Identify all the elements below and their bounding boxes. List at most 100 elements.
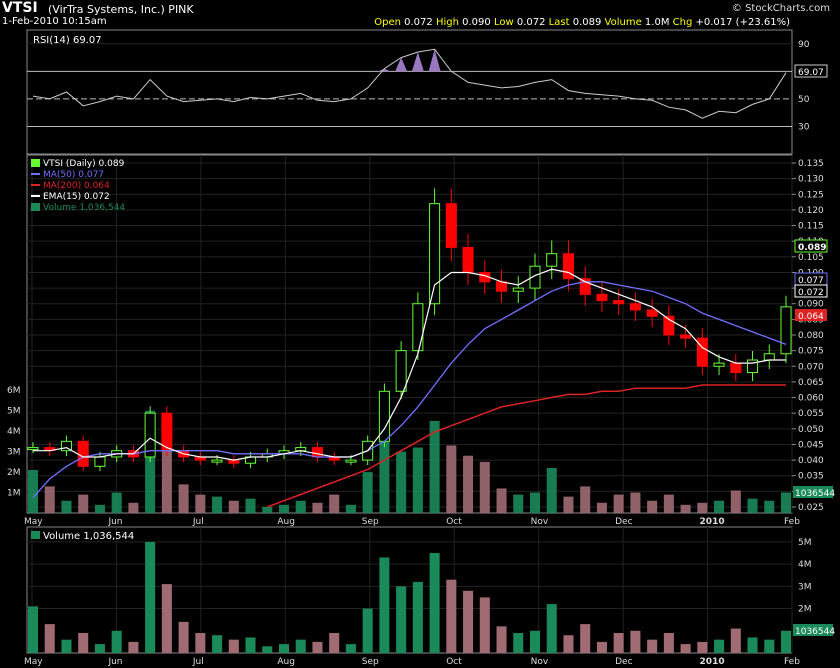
price-tick-label: 0.035 [798, 472, 824, 482]
candle-legend-icon [31, 159, 40, 167]
volume-bar [262, 646, 273, 653]
volume-overlay-bar [697, 502, 708, 513]
candle-body [496, 281, 508, 292]
price-tick-label: 0.070 [798, 362, 824, 372]
price-tick-label: 0.040 [798, 456, 824, 466]
rsi-tick-label: 50 [798, 95, 810, 105]
volume-overlay-bar [312, 502, 323, 513]
volume-overlay-bar [529, 492, 541, 513]
volume-overlay-bar [362, 472, 373, 513]
volume-overlay-bar [647, 500, 658, 513]
volume-bar [128, 641, 139, 653]
volume-overlay-bar [479, 461, 490, 513]
volume-overlay-bar [730, 490, 741, 513]
volume-overlay-bar [278, 504, 290, 513]
volume-overlay-bar [513, 494, 524, 513]
price-tick-label: 0.080 [798, 331, 824, 341]
volume-overlay-bar [446, 445, 457, 513]
volume-left-tick-label: 3M [7, 448, 21, 458]
volume-bar [697, 641, 708, 653]
volume-overlay-bar [195, 494, 206, 513]
volume-overlay-bar [111, 492, 122, 513]
volume-overlay-bar [345, 504, 356, 513]
volume-overlay-bar [496, 488, 507, 513]
price-x-axis: May Jun Jul Aug Sep Oct Nov Dec 2010 Feb [24, 517, 800, 527]
price-tick-label: 0.055 [798, 409, 824, 419]
volume-overlay-bar [714, 500, 725, 513]
candle-body [696, 337, 708, 367]
x-tick-label: Oct [446, 517, 462, 527]
volume-bar [78, 633, 89, 653]
volume-bar [195, 633, 206, 653]
candle-body [780, 306, 792, 355]
candle-body [211, 459, 223, 463]
x-tick-label: May [24, 657, 43, 667]
volume-left-tick-label: 5M [7, 407, 21, 417]
candle-body [763, 353, 775, 361]
volume-bar [111, 630, 122, 653]
candle-body [579, 278, 591, 295]
volume-bar [27, 606, 39, 653]
x-tick-label: Nov [531, 657, 549, 667]
volume-bar [228, 639, 239, 653]
rsi-tick-label: 90 [798, 40, 810, 50]
volume-bar [764, 639, 775, 653]
x-tick-label: Nov [531, 517, 549, 527]
x-tick-label: 2010 [700, 517, 725, 527]
volume-panel-legend-icon [31, 531, 40, 539]
volume-bar [647, 639, 658, 653]
volume-overlay-bar [212, 496, 223, 513]
price-tick-label: 0.060 [798, 394, 824, 404]
candle-body [613, 300, 625, 305]
volume-bar [379, 557, 390, 653]
volume-bar [596, 641, 607, 653]
x-tick-label: Jun [107, 657, 122, 667]
candle-body [646, 309, 658, 317]
volume-bar [94, 644, 105, 653]
volume-overlay-bar [128, 502, 139, 513]
volume-overlay-bar [245, 498, 256, 513]
volume-legend-icon [31, 203, 40, 211]
volume-overlay-bar [228, 500, 239, 513]
rsi-y-axis: 30507090 [798, 40, 810, 133]
volume-overlay-bar [94, 504, 105, 513]
volume-overlay-bar [546, 467, 557, 513]
volume-tag: 1036544 [795, 489, 835, 499]
price-tick-label: 0.105 [798, 253, 824, 263]
volume-panel: 2M 3M 4M 5M Volume 1,036,544 1036544 May Jun… [24, 526, 835, 667]
rsi-frame [26, 29, 793, 155]
candle-body [77, 440, 89, 467]
volume-bar [529, 630, 541, 653]
volume-bar [212, 635, 223, 653]
volume-y-axis: 2M 3M 4M 5M [798, 538, 812, 615]
x-tick-label: Jul [192, 517, 204, 527]
volume-overlay-bar [463, 455, 474, 513]
price-tick-label: 0.065 [798, 378, 824, 388]
x-tick-label: Aug [277, 517, 295, 527]
candle-body [730, 362, 742, 374]
rsi-legend: RSI(14) 69.07 [33, 35, 102, 46]
candle-body [412, 303, 424, 352]
volume-bar [463, 590, 474, 653]
volume-bar [747, 637, 758, 653]
legend-main: VTSI (Daily) 0.089 [43, 159, 125, 169]
volume-overlay-bar [596, 502, 607, 513]
x-tick-label: Jun [107, 517, 122, 527]
volume-overlay-bar [44, 486, 55, 513]
volume-overlay-bar [61, 500, 72, 513]
volume-overlay-bar [27, 470, 39, 513]
x-tick-label: Aug [277, 657, 295, 667]
rsi-tick-label: 30 [798, 122, 810, 132]
volume-overlay-bar [412, 447, 423, 513]
volume-bar [278, 644, 290, 653]
volume-bar [613, 633, 624, 653]
volume-overlay-bar [262, 506, 273, 513]
volume-overlay-bar [178, 484, 189, 513]
volume-left-axis: 1M 2M 3M 4M 5M 6M [7, 386, 21, 498]
volume-bar [412, 581, 423, 653]
candle-body [596, 293, 608, 302]
volume-bar [663, 633, 674, 653]
volume-left-tick-label: 6M [7, 386, 21, 396]
volume-bar [563, 635, 574, 653]
candle-body [713, 362, 725, 367]
